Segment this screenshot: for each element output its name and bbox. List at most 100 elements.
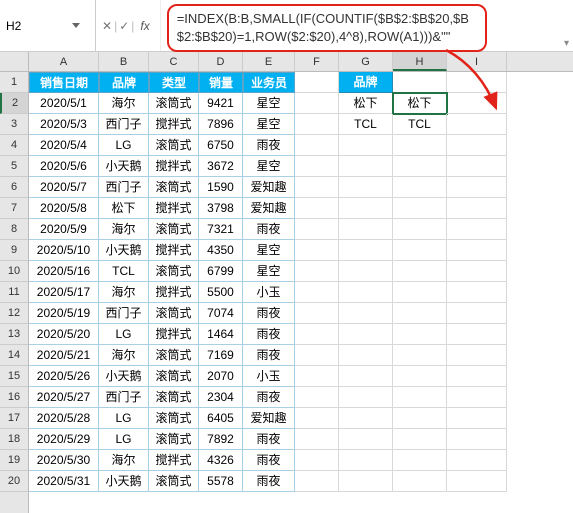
cell-H2[interactable]: 松下 bbox=[393, 93, 447, 114]
cell-I5[interactable] bbox=[447, 156, 507, 177]
cell-H15[interactable] bbox=[393, 366, 447, 387]
col-header-E[interactable]: E bbox=[243, 52, 295, 71]
cell-D12[interactable]: 7074 bbox=[199, 303, 243, 324]
cell-C9[interactable]: 搅拌式 bbox=[149, 240, 199, 261]
cell-A1[interactable]: 销售日期 bbox=[29, 72, 99, 93]
cell-A3[interactable]: 2020/5/3 bbox=[29, 114, 99, 135]
cell-D13[interactable]: 1464 bbox=[199, 324, 243, 345]
cell-H17[interactable] bbox=[393, 408, 447, 429]
cell-B7[interactable]: 松下 bbox=[99, 198, 149, 219]
cell-H5[interactable] bbox=[393, 156, 447, 177]
cell-G15[interactable] bbox=[339, 366, 393, 387]
select-all-corner[interactable] bbox=[0, 52, 28, 72]
cell-I13[interactable] bbox=[447, 324, 507, 345]
cell-G4[interactable] bbox=[339, 135, 393, 156]
cell-B15[interactable]: 小天鹅 bbox=[99, 366, 149, 387]
cell-H4[interactable] bbox=[393, 135, 447, 156]
cell-G18[interactable] bbox=[339, 429, 393, 450]
cell-D15[interactable]: 2070 bbox=[199, 366, 243, 387]
cell-I14[interactable] bbox=[447, 345, 507, 366]
fx-icon[interactable]: fx bbox=[140, 19, 149, 33]
cell-B9[interactable]: 小天鹅 bbox=[99, 240, 149, 261]
cell-E1[interactable]: 业务员 bbox=[243, 72, 295, 93]
cell-H19[interactable] bbox=[393, 450, 447, 471]
cell-G14[interactable] bbox=[339, 345, 393, 366]
cell-C13[interactable]: 搅拌式 bbox=[149, 324, 199, 345]
cell-A10[interactable]: 2020/5/16 bbox=[29, 261, 99, 282]
cell-C7[interactable]: 搅拌式 bbox=[149, 198, 199, 219]
cell-E14[interactable]: 雨夜 bbox=[243, 345, 295, 366]
cell-D20[interactable]: 5578 bbox=[199, 471, 243, 492]
cell-B14[interactable]: 海尔 bbox=[99, 345, 149, 366]
cell-B19[interactable]: 海尔 bbox=[99, 450, 149, 471]
cell-F6[interactable] bbox=[295, 177, 339, 198]
cell-G3[interactable]: TCL bbox=[339, 114, 393, 135]
cell-D4[interactable]: 6750 bbox=[199, 135, 243, 156]
cell-G19[interactable] bbox=[339, 450, 393, 471]
cell-E7[interactable]: 爱知趣 bbox=[243, 198, 295, 219]
cell-F14[interactable] bbox=[295, 345, 339, 366]
cell-H8[interactable] bbox=[393, 219, 447, 240]
cell-G13[interactable] bbox=[339, 324, 393, 345]
cell-H1[interactable] bbox=[393, 72, 447, 93]
cell-E20[interactable]: 雨夜 bbox=[243, 471, 295, 492]
cell-I20[interactable] bbox=[447, 471, 507, 492]
cell-G5[interactable] bbox=[339, 156, 393, 177]
cell-B18[interactable]: LG bbox=[99, 429, 149, 450]
cell-B8[interactable]: 海尔 bbox=[99, 219, 149, 240]
cell-A8[interactable]: 2020/5/9 bbox=[29, 219, 99, 240]
cell-E8[interactable]: 雨夜 bbox=[243, 219, 295, 240]
enter-icon[interactable]: ✓ bbox=[119, 19, 129, 33]
cell-C5[interactable]: 搅拌式 bbox=[149, 156, 199, 177]
cell-B4[interactable]: LG bbox=[99, 135, 149, 156]
cell-E2[interactable]: 星空 bbox=[243, 93, 295, 114]
col-header-A[interactable]: A bbox=[29, 52, 99, 71]
cell-F19[interactable] bbox=[295, 450, 339, 471]
cell-B12[interactable]: 西门子 bbox=[99, 303, 149, 324]
cell-I2[interactable] bbox=[447, 93, 507, 114]
cell-E15[interactable]: 小玉 bbox=[243, 366, 295, 387]
cell-A11[interactable]: 2020/5/17 bbox=[29, 282, 99, 303]
cell-B13[interactable]: LG bbox=[99, 324, 149, 345]
cell-I8[interactable] bbox=[447, 219, 507, 240]
cell-F1[interactable] bbox=[295, 72, 339, 93]
row-header-9[interactable]: 9 bbox=[0, 240, 28, 261]
cell-F13[interactable] bbox=[295, 324, 339, 345]
cell-H13[interactable] bbox=[393, 324, 447, 345]
cell-E3[interactable]: 星空 bbox=[243, 114, 295, 135]
cell-D9[interactable]: 4350 bbox=[199, 240, 243, 261]
cell-H14[interactable] bbox=[393, 345, 447, 366]
cell-I19[interactable] bbox=[447, 450, 507, 471]
cell-E16[interactable]: 雨夜 bbox=[243, 387, 295, 408]
cell-E5[interactable]: 星空 bbox=[243, 156, 295, 177]
cell-D3[interactable]: 7896 bbox=[199, 114, 243, 135]
cell-I1[interactable] bbox=[447, 72, 507, 93]
row-header-8[interactable]: 8 bbox=[0, 219, 28, 240]
cell-B3[interactable]: 西门子 bbox=[99, 114, 149, 135]
cell-D18[interactable]: 7892 bbox=[199, 429, 243, 450]
row-header-7[interactable]: 7 bbox=[0, 198, 28, 219]
cell-E10[interactable]: 星空 bbox=[243, 261, 295, 282]
cell-H18[interactable] bbox=[393, 429, 447, 450]
cell-I18[interactable] bbox=[447, 429, 507, 450]
cell-B5[interactable]: 小天鹅 bbox=[99, 156, 149, 177]
cell-F5[interactable] bbox=[295, 156, 339, 177]
cell-F7[interactable] bbox=[295, 198, 339, 219]
cell-F10[interactable] bbox=[295, 261, 339, 282]
cell-C11[interactable]: 搅拌式 bbox=[149, 282, 199, 303]
cell-H6[interactable] bbox=[393, 177, 447, 198]
cell-I3[interactable] bbox=[447, 114, 507, 135]
cell-F16[interactable] bbox=[295, 387, 339, 408]
cell-A6[interactable]: 2020/5/7 bbox=[29, 177, 99, 198]
row-header-4[interactable]: 4 bbox=[0, 135, 28, 156]
cell-H7[interactable] bbox=[393, 198, 447, 219]
cell-D7[interactable]: 3798 bbox=[199, 198, 243, 219]
col-header-H[interactable]: H bbox=[393, 52, 447, 71]
cell-F20[interactable] bbox=[295, 471, 339, 492]
name-box-wrap[interactable] bbox=[0, 0, 96, 51]
cell-C3[interactable]: 搅拌式 bbox=[149, 114, 199, 135]
cell-C12[interactable]: 滚筒式 bbox=[149, 303, 199, 324]
cell-B6[interactable]: 西门子 bbox=[99, 177, 149, 198]
cell-D14[interactable]: 7169 bbox=[199, 345, 243, 366]
cell-B1[interactable]: 品牌 bbox=[99, 72, 149, 93]
